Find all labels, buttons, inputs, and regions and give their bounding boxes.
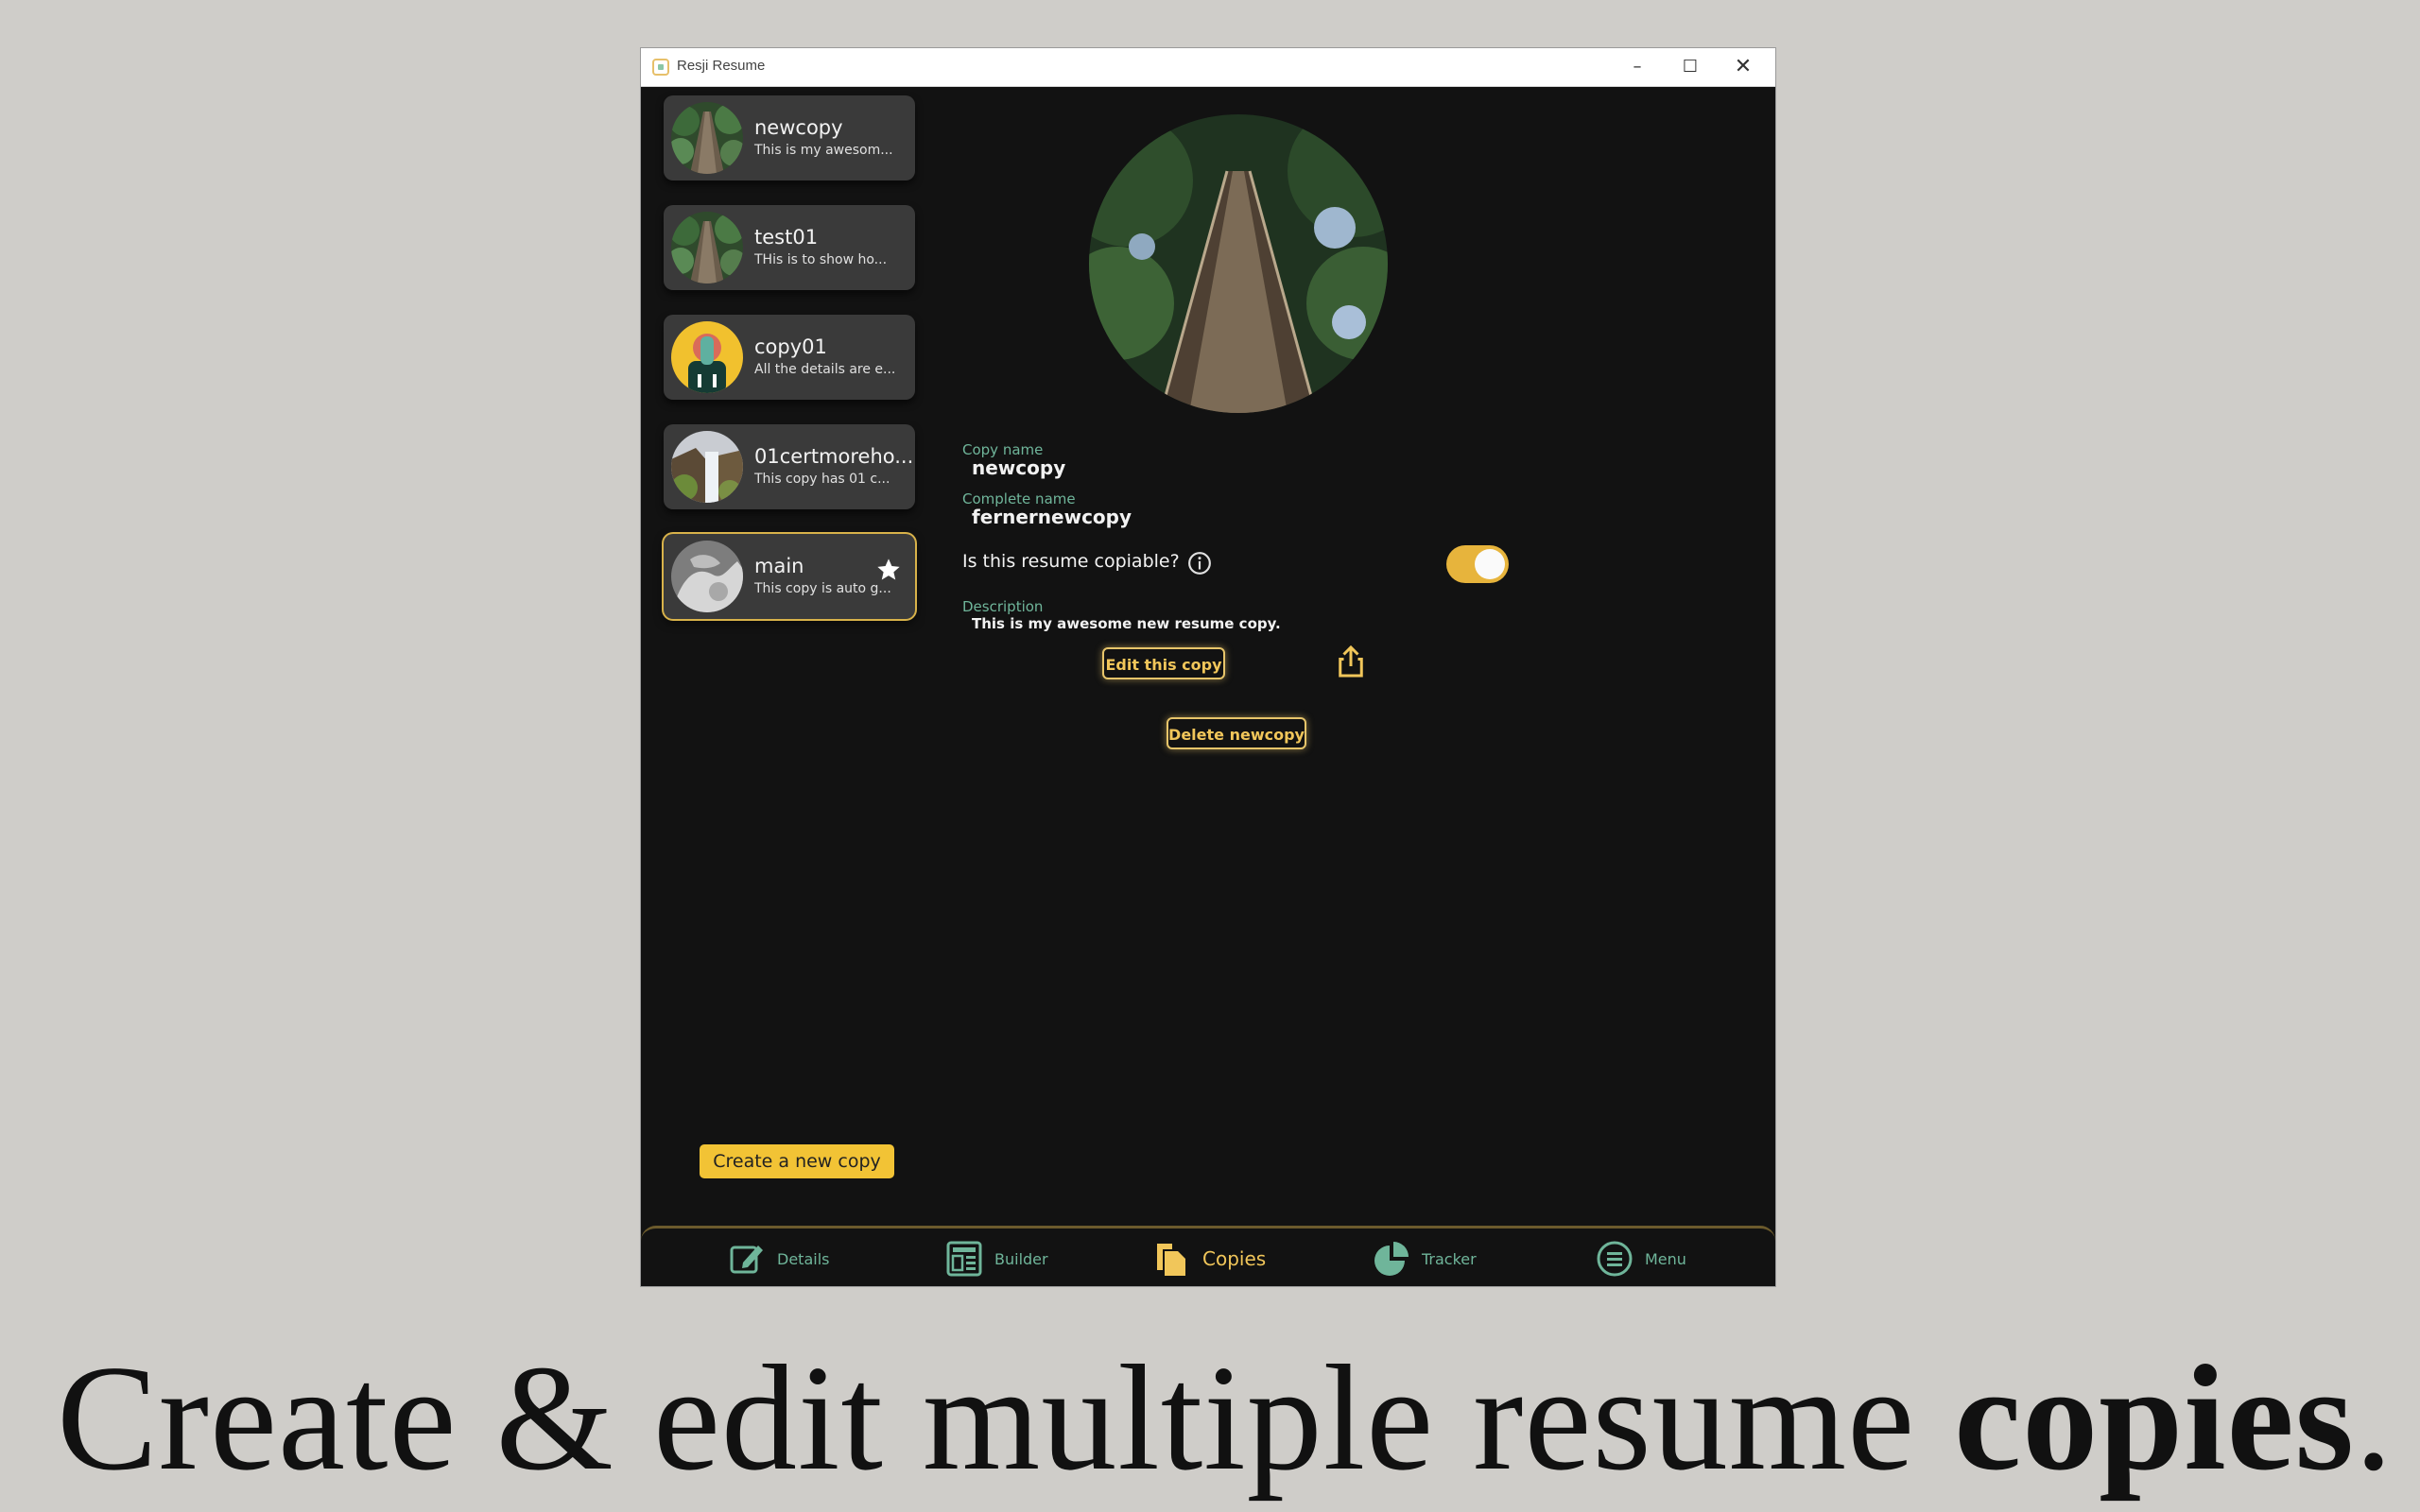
copy-card-01certmoreho[interactable]: 01certmoreho... This copy has 01 c... — [664, 424, 915, 509]
copy-name: 01certmoreho... — [754, 445, 914, 468]
minimize-button[interactable]: – — [1611, 52, 1664, 82]
menu-icon — [1597, 1241, 1633, 1277]
description-value: This is my awesome new resume copy. — [972, 615, 1281, 632]
copy-description: This is my awesom... — [754, 143, 893, 158]
builder-icon — [946, 1241, 982, 1277]
close-button[interactable]: ✕ — [1717, 52, 1770, 82]
delete-copy-button[interactable]: Delete newcopy — [1167, 717, 1306, 749]
share-icon[interactable] — [1337, 644, 1365, 679]
copy-name: main — [754, 555, 804, 577]
title-bar: Resji Resume – ☐ ✕ — [641, 48, 1775, 87]
waterfall-avatar-icon — [671, 431, 743, 503]
window-title: Resji Resume — [677, 58, 766, 74]
toggle-knob — [1475, 549, 1505, 579]
nav-label: Details — [777, 1250, 830, 1268]
copy-name: newcopy — [754, 116, 843, 139]
info-icon[interactable] — [1187, 551, 1212, 576]
nav-tracker[interactable]: Tracker — [1373, 1240, 1486, 1278]
copy-card-main[interactable]: main This copy is auto g... — [664, 534, 915, 619]
caption-end: . — [2354, 1333, 2394, 1502]
copy-description: THis is to show ho... — [754, 252, 888, 267]
edit-icon — [730, 1246, 763, 1274]
app-window: Resji Resume – ☐ ✕ newcopy This is my aw… — [641, 48, 1775, 1286]
edit-copy-button[interactable]: Edit this copy — [1102, 647, 1225, 679]
copy-name-value: newcopy — [972, 456, 1066, 479]
nav-details[interactable]: Details — [728, 1240, 841, 1278]
copiable-question: Is this resume copiable? — [962, 551, 1180, 572]
copy-description: This copy has 01 c... — [754, 472, 890, 487]
nav-label: Tracker — [1422, 1250, 1477, 1268]
copiable-toggle[interactable] — [1446, 545, 1509, 583]
nav-menu[interactable]: Menu — [1596, 1240, 1709, 1278]
hands-avatar-icon — [671, 541, 743, 612]
copy-name: copy01 — [754, 335, 827, 358]
nav-label: Builder — [994, 1250, 1048, 1268]
star-icon[interactable] — [875, 557, 902, 583]
app-logo-icon — [652, 59, 669, 76]
caption-bold: copies — [1954, 1333, 2355, 1502]
bottom-navigation: Details Builder Copies Tracker Menu — [641, 1226, 1775, 1286]
pie-chart-icon — [1374, 1242, 1409, 1276]
copy-photo — [1089, 114, 1388, 413]
description-label: Description — [962, 598, 1044, 615]
nav-copies[interactable]: Copies — [1153, 1240, 1276, 1278]
nav-label: Copies — [1202, 1247, 1267, 1270]
copy-description: All the details are e... — [754, 362, 896, 377]
person-avatar-icon — [671, 321, 743, 393]
marketing-caption: Create & edit multiple resume copies. — [57, 1331, 2394, 1505]
nav-label: Menu — [1645, 1250, 1686, 1268]
nav-builder[interactable]: Builder — [945, 1240, 1059, 1278]
copy-card-newcopy[interactable]: newcopy This is my awesom... — [664, 95, 915, 180]
copy-name: test01 — [754, 226, 819, 249]
create-copy-button[interactable]: Create a new copy — [700, 1144, 894, 1178]
bridge-forest-avatar-icon — [671, 102, 743, 174]
copy-description: This copy is auto g... — [754, 581, 891, 596]
bridge-forest-avatar-icon — [671, 212, 743, 284]
copies-icon — [1157, 1244, 1185, 1276]
maximize-button[interactable]: ☐ — [1664, 52, 1717, 82]
copy-card-test01[interactable]: test01 THis is to show ho... — [664, 205, 915, 290]
caption-regular: Create & edit multiple resume — [57, 1333, 1955, 1502]
complete-name-value: fernernewcopy — [972, 506, 1132, 528]
copy-card-copy01[interactable]: copy01 All the details are e... — [664, 315, 915, 400]
